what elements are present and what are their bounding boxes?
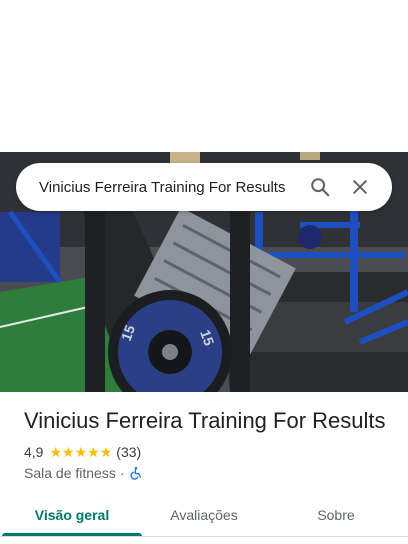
tab-label: Avaliações [170, 507, 238, 523]
wheelchair-icon [129, 466, 143, 480]
search-bar[interactable]: Vinicius Ferreira Training For Results [16, 163, 392, 211]
review-count[interactable]: (33) [116, 444, 141, 460]
category-row: Sala de fitness · [24, 465, 143, 481]
star-icon: ★ [99, 444, 113, 460]
tab-about[interactable]: Sobre [264, 494, 408, 536]
tab-overview[interactable]: Visão geral [0, 494, 144, 536]
star-icon: ★ [87, 444, 100, 460]
star-icon: ★ [62, 444, 75, 460]
separator: · [119, 465, 125, 481]
place-category: Sala de fitness [24, 465, 116, 481]
star-icon: ★ [49, 444, 63, 460]
search-icon[interactable] [300, 167, 340, 207]
star-icon: ★ [74, 444, 88, 460]
tab-reviews[interactable]: Avaliações [144, 494, 264, 536]
place-title: Vinicius Ferreira Training For Results [24, 408, 386, 433]
tab-label: Visão geral [34, 507, 110, 523]
rating-value: 4,9 [24, 444, 44, 460]
rating-row[interactable]: 4,9 ★ ★ ★ ★ ★ (33) [24, 444, 141, 460]
place-tabs: Visão geral Avaliações Sobre [0, 494, 408, 536]
search-input[interactable]: Vinicius Ferreira Training For Results [39, 179, 300, 196]
divider [0, 536, 408, 537]
close-icon[interactable] [340, 167, 380, 207]
tab-label: Sobre [317, 507, 355, 523]
star-rating: ★ ★ ★ ★ ★ [49, 445, 112, 459]
